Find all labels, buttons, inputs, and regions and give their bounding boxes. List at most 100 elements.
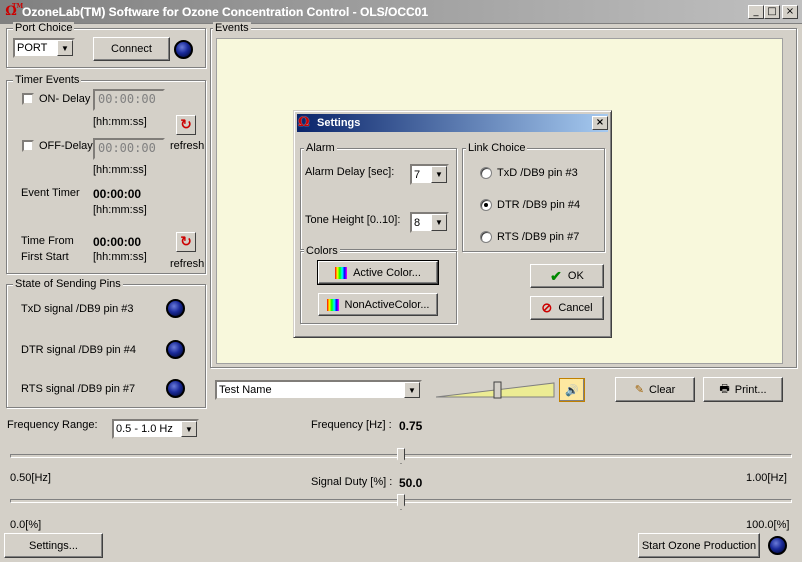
volume-thumb[interactable]: [493, 381, 502, 399]
clear-button[interactable]: ✎ Clear: [615, 377, 695, 402]
checkmark-icon: ✔: [550, 267, 562, 284]
txd-signal-led: [166, 299, 185, 318]
nonactive-color-label: NonActiveColor...: [344, 298, 430, 311]
alarm-delay-label: Alarm Delay [sec]:: [305, 166, 395, 178]
cancel-button-label: Cancel: [558, 302, 593, 314]
link-rts-radio[interactable]: [480, 231, 492, 243]
print-button-label: Print...: [734, 383, 767, 396]
settings-dialog: Ω Settings × Alarm Alarm Delay [sec]: 7 …: [293, 110, 612, 338]
time-from-format: [hh:mm:ss]: [93, 251, 147, 263]
broom-icon: ✎: [634, 384, 644, 396]
dtr-signal-label: DTR signal /DB9 pin #4: [21, 344, 136, 356]
printer-icon: 🖶: [719, 383, 730, 395]
tone-height-value: 8: [414, 216, 421, 229]
port-select-value: PORT: [17, 42, 48, 54]
settings-dialog-titlebar: Ω Settings ×: [297, 114, 608, 132]
test-name-select[interactable]: Test Name ▼: [215, 380, 422, 400]
maximize-button[interactable]: □: [764, 5, 780, 19]
speaker-icon[interactable]: 🔊: [559, 378, 585, 402]
settings-dialog-title: Settings: [317, 117, 361, 129]
frequency-max-label: 1.00[Hz]: [746, 472, 787, 484]
timer-events-label: Timer Events: [13, 74, 82, 86]
rts-signal-label: RTS signal /DB9 pin #7: [21, 383, 136, 395]
refresh-icon[interactable]: ↻: [176, 115, 196, 135]
volume-slider[interactable]: [436, 380, 556, 400]
refresh-label[interactable]: refresh: [170, 140, 204, 152]
off-delay-format: [hh:mm:ss]: [93, 164, 147, 176]
duty-min-label: 0.0[%]: [10, 519, 42, 531]
rts-signal-led: [166, 379, 185, 398]
link-dtr-label: DTR /DB9 pin #4: [497, 199, 581, 211]
color-palette-icon: [326, 298, 339, 311]
minimize-button[interactable]: _: [748, 5, 764, 19]
port-choice-label: Port Choice: [13, 22, 75, 34]
clear-button-label: Clear: [648, 383, 676, 396]
cancel-button[interactable]: ⊘ Cancel: [530, 296, 604, 320]
active-color-button[interactable]: Active Color...: [317, 260, 439, 285]
connection-status-led: [174, 40, 193, 59]
frequency-min-label: 0.50[Hz]: [10, 472, 51, 484]
connect-button[interactable]: Connect: [93, 37, 170, 61]
production-status-led: [768, 536, 787, 555]
chevron-down-icon[interactable]: ▼: [404, 382, 420, 398]
dtr-signal-led: [166, 340, 185, 359]
link-choice-label: Link Choice: [466, 142, 528, 154]
txd-signal-label: TxD signal /DB9 pin #3: [21, 303, 134, 315]
window-title: OzoneLab(TM) Software for Ozone Concentr…: [22, 5, 429, 19]
signal-duty-value: 50.0: [399, 476, 423, 490]
refresh-label-2[interactable]: refresh: [170, 258, 204, 270]
link-txd-radio[interactable]: [480, 167, 492, 179]
ok-button-label: OK: [567, 270, 584, 282]
ok-button[interactable]: ✔ OK: [530, 264, 604, 288]
nonactive-color-button[interactable]: NonActiveColor...: [318, 293, 438, 316]
event-timer-value: 00:00:00: [93, 187, 142, 201]
colors-label: Colors: [304, 245, 340, 257]
off-delay-input[interactable]: 00:00:00: [93, 138, 165, 160]
tone-height-label: Tone Height [0..10]:: [305, 214, 401, 226]
link-dtr-radio[interactable]: [480, 199, 492, 211]
frequency-range-label: Frequency Range:: [7, 419, 98, 431]
link-rts-label: RTS /DB9 pin #7: [497, 231, 580, 243]
close-icon[interactable]: ×: [592, 116, 608, 130]
print-button[interactable]: 🖶 Print...: [703, 377, 783, 402]
active-color-label: Active Color...: [353, 266, 421, 279]
test-name-value: Test Name: [219, 384, 272, 396]
alarm-delay-value: 7: [414, 168, 421, 181]
frequency-slider-thumb[interactable]: [397, 448, 405, 464]
chevron-down-icon[interactable]: ▼: [181, 421, 197, 437]
off-delay-checkbox[interactable]: [22, 140, 34, 152]
chevron-down-icon[interactable]: ▼: [431, 166, 447, 183]
duty-slider-thumb[interactable]: [397, 494, 405, 510]
cancel-icon: ⊘: [541, 300, 553, 315]
time-from-label: Time From: [21, 235, 74, 247]
frequency-range-select[interactable]: 0.5 - 1.0 Hz ▼: [112, 419, 199, 439]
on-delay-input[interactable]: 00:00:00: [93, 89, 165, 111]
sending-pins-label: State of Sending Pins: [13, 278, 123, 290]
link-txd-label: TxD /DB9 pin #3: [497, 167, 578, 179]
color-palette-icon: [335, 266, 348, 279]
on-delay-label: ON- Delay: [39, 93, 91, 105]
duty-max-label: 100.0[%]: [746, 519, 790, 531]
alarm-delay-select[interactable]: 7 ▼: [410, 164, 449, 185]
off-delay-label: OFF-Delay: [39, 140, 93, 152]
on-delay-format: [hh:mm:ss]: [93, 116, 147, 128]
chevron-down-icon[interactable]: ▼: [57, 40, 73, 56]
on-delay-checkbox[interactable]: [22, 93, 34, 105]
port-select[interactable]: PORT ▼: [13, 38, 75, 58]
title-bar: Ω TM OzoneLab(TM) Software for Ozone Conc…: [0, 0, 802, 24]
frequency-label: Frequency [Hz] :: [311, 419, 392, 431]
events-label: Events: [213, 22, 251, 34]
chevron-down-icon[interactable]: ▼: [431, 214, 447, 231]
app-logo-icon: Ω: [298, 115, 310, 130]
event-timer-label: Event Timer: [21, 187, 80, 199]
close-button[interactable]: ×: [782, 5, 798, 19]
app-logo-icon: Ω TM: [5, 3, 24, 19]
settings-button[interactable]: Settings...: [4, 533, 103, 558]
frequency-value: 0.75: [399, 419, 423, 433]
first-start-label: First Start: [21, 251, 69, 263]
alarm-label: Alarm: [304, 142, 337, 154]
refresh-icon[interactable]: ↻: [176, 232, 196, 252]
event-timer-format: [hh:mm:ss]: [93, 204, 147, 216]
tone-height-select[interactable]: 8 ▼: [410, 212, 449, 233]
start-ozone-production-button[interactable]: Start Ozone Production: [638, 533, 760, 558]
